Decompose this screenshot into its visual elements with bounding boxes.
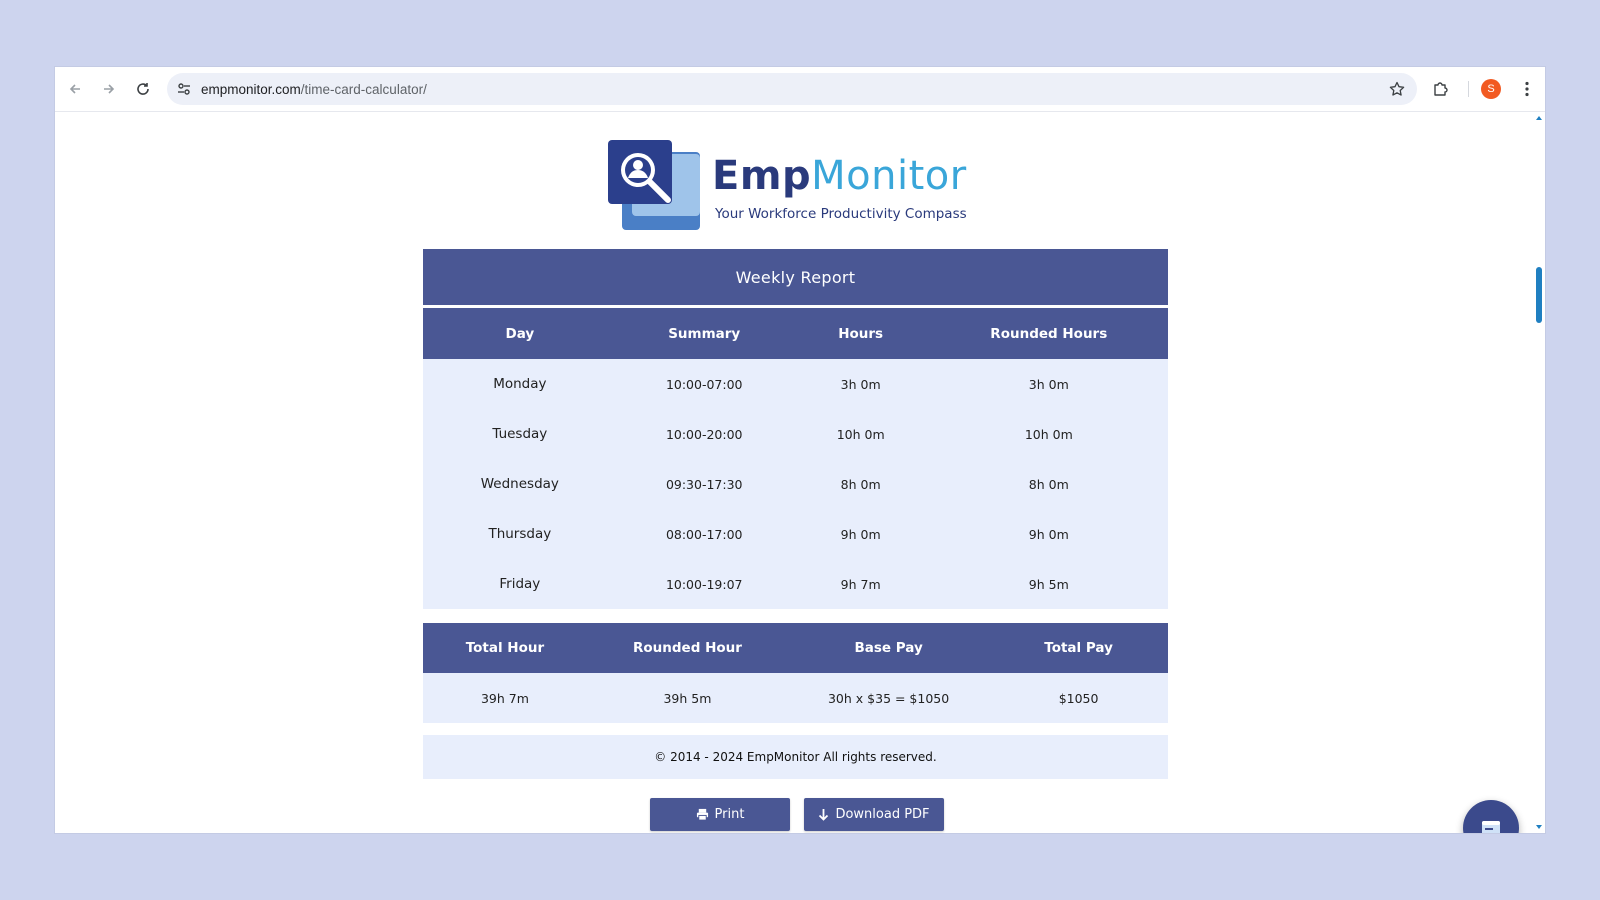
day-cell: Monday	[423, 359, 617, 409]
kebab-menu-icon	[1525, 81, 1529, 97]
column-header-rounded-hour: Rounded Hour	[586, 623, 789, 673]
brand-tagline: Your Workforce Productivity Compass	[715, 206, 967, 222]
chat-window-icon	[1482, 821, 1500, 833]
reload-button[interactable]	[129, 75, 157, 103]
back-button[interactable]	[61, 75, 89, 103]
brand-part-emp: Emp	[712, 153, 812, 199]
table-row: Friday 10:00-19:07 9h 7m 9h 5m	[423, 559, 1168, 609]
magnifier-person-logo-icon	[608, 140, 700, 230]
browser-window: empmonitor.com/time-card-calculator/ S E…	[55, 67, 1545, 833]
hours-cell: 8h 0m	[791, 459, 930, 509]
printer-icon	[696, 808, 708, 821]
table-row: Monday 10:00-07:00 3h 0m 3h 0m	[423, 359, 1168, 409]
tune-icon	[178, 83, 190, 95]
summary-cell: 08:00-17:00	[616, 509, 792, 559]
totals-header-row: Total Hour Rounded Hour Base Pay Total P…	[423, 623, 1168, 673]
total-pay-cell: $1050	[989, 673, 1168, 723]
site-info-button[interactable]	[173, 78, 195, 100]
column-header-base-pay: Base Pay	[788, 623, 990, 673]
weekly-report-title: Weekly Report	[423, 249, 1168, 305]
summary-cell: 10:00-19:07	[616, 559, 792, 609]
print-button-label: Print	[714, 807, 745, 822]
table-row: Thursday 08:00-17:00 9h 0m 9h 0m	[423, 509, 1168, 559]
chat-widget-button[interactable]	[1463, 800, 1519, 833]
url-text: empmonitor.com/time-card-calculator/	[201, 82, 427, 97]
page-scrollbar[interactable]	[1531, 112, 1545, 833]
reload-icon	[137, 83, 149, 95]
scroll-up-arrow-icon[interactable]	[1536, 116, 1542, 120]
copyright-footer: © 2014 - 2024 EmpMonitor All rights rese…	[423, 735, 1168, 779]
base-pay-cell: 30h x $35 = $1050	[788, 673, 990, 723]
weekly-report-table: Day Summary Hours Rounded Hours Monday 1…	[423, 308, 1168, 609]
browser-toolbar: empmonitor.com/time-card-calculator/ S	[55, 67, 1545, 112]
forward-button[interactable]	[95, 75, 123, 103]
rounded-hours-cell: 3h 0m	[929, 359, 1168, 409]
arrow-down-icon	[819, 809, 829, 821]
summary-cell: 10:00-20:00	[616, 409, 792, 459]
hours-cell: 9h 0m	[791, 509, 930, 559]
rounded-hours-cell: 9h 5m	[929, 559, 1168, 609]
url-path: /time-card-calculator/	[300, 81, 427, 97]
day-cell: Thursday	[423, 509, 617, 559]
download-pdf-label: Download PDF	[835, 807, 930, 822]
day-cell: Tuesday	[423, 409, 617, 459]
hours-cell: 3h 0m	[791, 359, 930, 409]
rounded-hour-cell: 39h 5m	[586, 673, 789, 723]
star-icon	[1389, 81, 1405, 96]
column-header-hours: Hours	[791, 308, 930, 359]
arrow-left-icon	[69, 84, 80, 94]
rounded-hours-cell: 8h 0m	[929, 459, 1168, 509]
arrow-right-icon	[104, 84, 115, 94]
summary-cell: 09:30-17:30	[616, 459, 792, 509]
browser-menu-button[interactable]	[1517, 77, 1537, 101]
page-content: EmpMonitor Your Workforce Productivity C…	[55, 112, 1545, 833]
column-header-total-pay: Total Pay	[989, 623, 1168, 673]
totals-table: Total Hour Rounded Hour Base Pay Total P…	[423, 623, 1168, 723]
toolbar-separator	[1468, 81, 1469, 97]
table-row: Tuesday 10:00-20:00 10h 0m 10h 0m	[423, 409, 1168, 459]
brand-part-monitor: Monitor	[811, 153, 967, 199]
totals-row: 39h 7m 39h 5m 30h x $35 = $1050 $1050	[423, 673, 1168, 723]
brand-name: EmpMonitor	[712, 156, 967, 196]
bookmark-button[interactable]	[1385, 77, 1409, 101]
url-domain: empmonitor.com	[201, 81, 301, 97]
rounded-hours-cell: 9h 0m	[929, 509, 1168, 559]
download-pdf-button[interactable]: Download PDF	[804, 798, 944, 831]
table-row: Wednesday 09:30-17:30 8h 0m 8h 0m	[423, 459, 1168, 509]
day-cell: Friday	[423, 559, 617, 609]
column-header-summary: Summary	[616, 308, 792, 359]
hours-cell: 10h 0m	[791, 409, 930, 459]
empmonitor-logo[interactable]: EmpMonitor Your Workforce Productivity C…	[608, 140, 988, 236]
print-button[interactable]: Print	[650, 798, 790, 831]
address-bar[interactable]: empmonitor.com/time-card-calculator/	[167, 73, 1417, 105]
profile-avatar[interactable]: S	[1481, 79, 1501, 99]
table-header-row: Day Summary Hours Rounded Hours	[423, 308, 1168, 359]
column-header-rounded-hours: Rounded Hours	[929, 308, 1168, 359]
puzzle-icon	[1434, 82, 1448, 96]
day-cell: Wednesday	[423, 459, 617, 509]
total-hour-cell: 39h 7m	[423, 673, 587, 723]
rounded-hours-cell: 10h 0m	[929, 409, 1168, 459]
extensions-button[interactable]	[1429, 77, 1453, 101]
scroll-down-arrow-icon[interactable]	[1536, 825, 1542, 829]
hours-cell: 9h 7m	[791, 559, 930, 609]
column-header-day: Day	[423, 308, 617, 359]
summary-cell: 10:00-07:00	[616, 359, 792, 409]
scrollbar-thumb[interactable]	[1536, 267, 1542, 323]
column-header-total-hour: Total Hour	[423, 623, 587, 673]
